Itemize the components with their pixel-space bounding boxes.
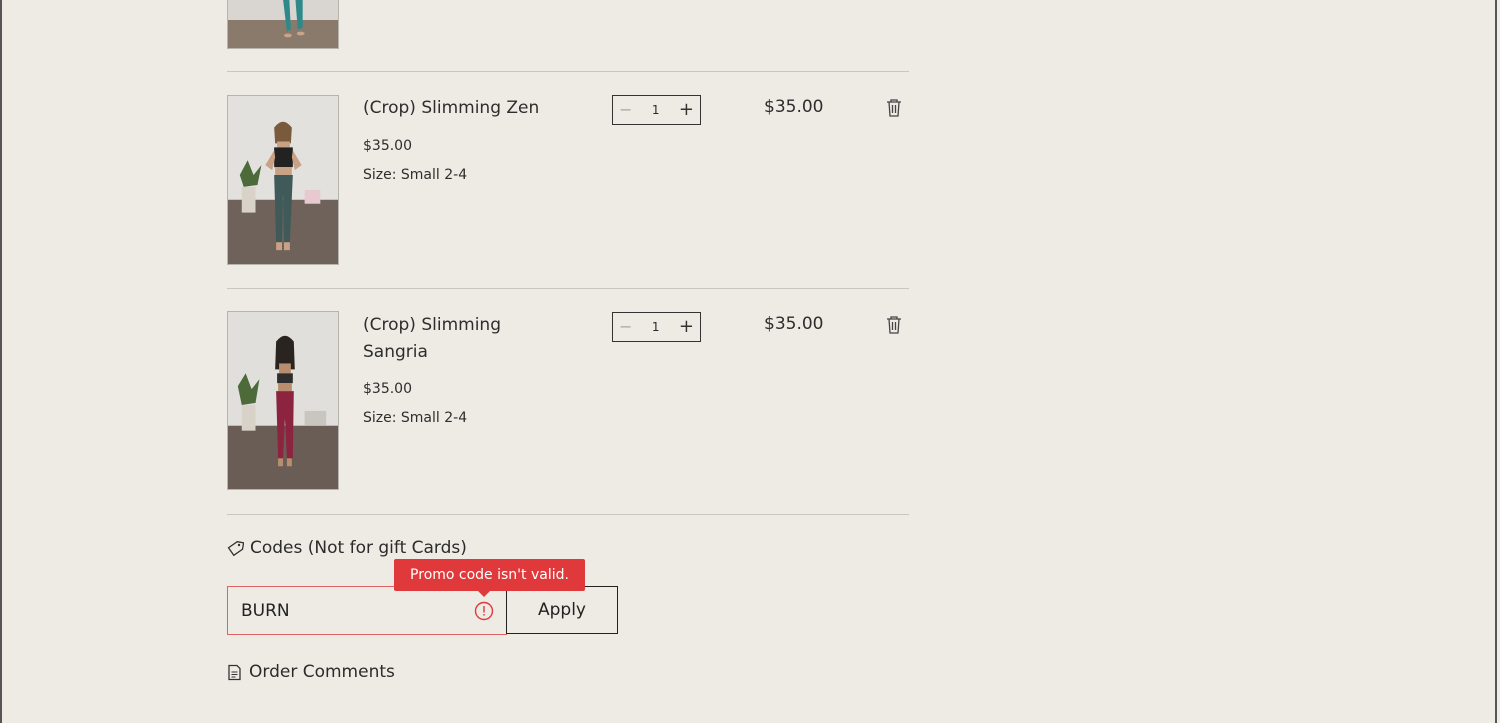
product-image[interactable] <box>227 311 339 490</box>
trash-icon[interactable] <box>885 98 903 118</box>
document-icon <box>228 664 241 680</box>
trash-icon[interactable] <box>885 315 903 335</box>
tag-icon <box>227 540 244 556</box>
line-total: $35.00 <box>764 97 824 117</box>
increase-quantity-button[interactable]: + <box>679 101 694 119</box>
quantity-stepper: − 1 + <box>612 312 701 342</box>
promo-code-input[interactable] <box>241 600 461 621</box>
error-icon <box>474 601 494 621</box>
codes-toggle[interactable]: Codes (Not for gift Cards) <box>227 538 467 558</box>
increase-quantity-button[interactable]: + <box>679 318 694 336</box>
product-price: $35.00 <box>363 138 412 154</box>
item-divider <box>227 288 909 289</box>
quantity-value[interactable]: 1 <box>652 320 660 334</box>
product-image[interactable] <box>227 95 339 265</box>
product-size: Size: Small 2-4 <box>363 167 468 183</box>
page-frame: (Crop) Slimming Zen $35.00 Size: Small 2… <box>0 0 1497 723</box>
quantity-value[interactable]: 1 <box>652 103 660 117</box>
quantity-stepper: − 1 + <box>612 95 701 125</box>
decrease-quantity-button[interactable]: − <box>619 102 632 118</box>
product-size: Size: Small 2-4 <box>363 410 468 426</box>
line-total: $35.00 <box>764 314 824 334</box>
order-comments-label: Order Comments <box>249 662 395 682</box>
product-image[interactable] <box>227 0 339 49</box>
product-price: $35.00 <box>363 381 412 397</box>
apply-code-button[interactable]: Apply <box>506 586 618 634</box>
codes-label: Codes (Not for gift Cards) <box>250 538 467 558</box>
product-name[interactable]: (Crop) Slimming Zen <box>363 95 563 122</box>
item-divider <box>227 71 909 72</box>
error-tooltip: Promo code isn't valid. <box>394 559 585 597</box>
product-name[interactable]: (Crop) Slimming Sangria <box>363 312 563 366</box>
decrease-quantity-button[interactable]: − <box>619 319 632 335</box>
promo-code-field <box>227 586 507 635</box>
order-comments-toggle[interactable]: Order Comments <box>227 662 395 682</box>
item-divider <box>227 514 909 515</box>
